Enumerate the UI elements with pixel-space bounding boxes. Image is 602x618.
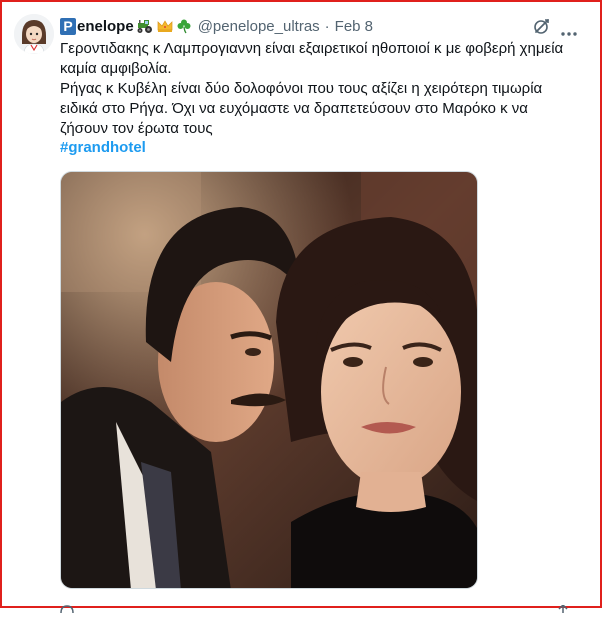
tweet-text: Γεροντιδακης κ Λαμπρογιαννη είναι εξαιρε… [60, 39, 570, 139]
tweet-photo[interactable] [60, 171, 478, 589]
handle[interactable]: @penelope_ultras [198, 18, 320, 35]
reply-icon[interactable] [60, 600, 74, 614]
display-name[interactable]: enelope [77, 18, 134, 35]
share-icon[interactable] [556, 600, 570, 613]
tweet-header: P enelope @penelope_ultras · Feb 8 [60, 15, 373, 37]
grok-icon[interactable] [533, 17, 551, 35]
display-name-initial[interactable]: P [60, 17, 76, 35]
action-bar [60, 600, 570, 614]
tweet-text-line: Ρήγας κ Κυβέλη είναι δύο δολοφόνοι που τ… [60, 80, 543, 97]
separator: · [324, 17, 330, 35]
crown-emoji [156, 18, 174, 34]
tractor-emoji [136, 18, 154, 34]
tweet-text-line: Γεροντιδακης κ Λαμπρογιαννη είναι εξαιρε… [60, 40, 564, 57]
tweet-text-line: καμία αμφιβολία. [60, 60, 172, 77]
tweet-text-line: ειδικά στο Ρήγα. Όχι να ευχόμαστε να δρα… [60, 100, 528, 117]
timestamp[interactable]: Feb 8 [335, 18, 373, 35]
more-icon[interactable] [560, 24, 578, 36]
hashtag-link[interactable]: #grandhotel [60, 139, 146, 156]
shamrock-emoji [176, 18, 192, 34]
avatar[interactable] [14, 14, 54, 54]
tweet-text-line: ζήσουν τον έρωτα τους [60, 120, 213, 137]
